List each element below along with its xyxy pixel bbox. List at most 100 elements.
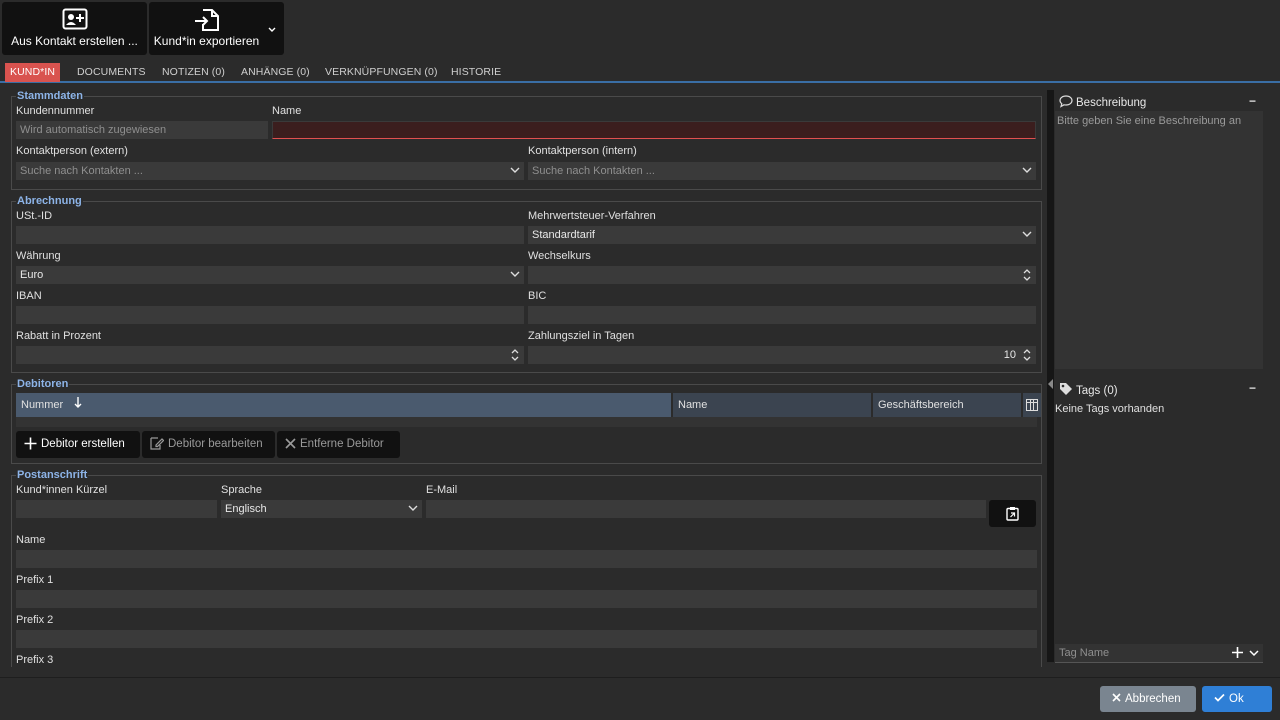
checkmark-icon [1214,693,1225,702]
rabatt-input[interactable] [16,346,524,364]
create-from-contact-label: Aus Kontakt erstellen ... [11,34,138,48]
postanschrift-section: Postanschrift Kund*innen Kürzel Sprache … [11,469,1042,667]
abrechnung-section: Abrechnung USt.-ID Mehrwertsteuer-Verfah… [11,195,1042,373]
post-name-label: Name [16,534,46,546]
edit-debitor-label: Debitor bearbeiten [168,438,263,450]
prefix2-label: Prefix 2 [16,614,54,626]
kontakt-extern-label: Kontaktperson (extern) [16,145,128,157]
toolbar: Aus Kontakt erstellen ... Kund*in export… [0,0,1280,57]
beschreibung-minimize-button[interactable]: − [1249,94,1256,108]
chevron-down-icon [408,502,418,519]
tag-icon [1060,383,1072,395]
kontakt-extern-placeholder: Suche nach Kontakten ... [20,165,143,177]
ustid-label: USt.-ID [16,210,53,222]
kuerzel-label: Kund*innen Kürzel [16,484,108,496]
ok-button[interactable]: Ok [1202,686,1272,712]
prefix2-input[interactable] [16,630,1037,648]
zahlungsziel-value: 10 [1003,349,1016,361]
tab-bar: KUND*IN DOCUMENTS NOTIZEN (0) ANHÄNGE (0… [0,57,1280,83]
tags-title: Tags (0) [1076,385,1118,397]
chevron-down-icon [510,164,520,181]
prefix1-label: Prefix 1 [16,574,54,586]
debitoren-grid-body [16,417,1037,427]
kundennummer-input[interactable]: Wird automatisch zugewiesen [16,121,268,139]
splitter-arrow-icon[interactable] [1048,379,1053,389]
debitoren-legend: Debitoren [16,378,70,390]
dialog-footer: Abbrechen Ok [0,677,1280,720]
edit-icon [150,437,165,451]
ustid-input[interactable] [16,226,524,244]
export-customer-button[interactable]: Kund*in exportieren [149,2,284,55]
iban-label: IBAN [16,290,42,302]
bic-input[interactable] [528,306,1036,324]
abrechnung-legend: Abrechnung [16,195,83,207]
prefix3-label: Prefix 3 [16,654,54,666]
kontakt-intern-placeholder: Suche nach Kontakten ... [532,165,655,177]
zahlungsziel-label: Zahlungsziel in Tagen [528,330,635,342]
stammdaten-section: Stammdaten Kundennummer Wird automatisch… [11,90,1042,190]
tab-notes[interactable]: NOTIZEN (0) [157,63,230,82]
tab-links[interactable]: VERKNÜPFUNGEN (0) [320,63,443,82]
plus-icon[interactable] [1232,647,1243,661]
tag-name-input[interactable]: Tag Name [1055,644,1263,663]
contact-card-add-icon [2,8,147,34]
side-panel: Beschreibung − Bitte geben Sie eine Besc… [1047,85,1280,667]
tags-header: Tags (0) [1059,382,1118,397]
tag-name-placeholder: Tag Name [1059,647,1110,659]
remove-debitor-label: Entferne Debitor [300,438,384,450]
prefix1-input[interactable] [16,590,1037,608]
mwst-label: Mehrwertsteuer-Verfahren [528,210,656,222]
kuerzel-input[interactable] [16,500,217,518]
chevron-down-icon [1022,228,1032,245]
create-from-contact-button[interactable]: Aus Kontakt erstellen ... [2,2,147,55]
cancel-button[interactable]: Abbrechen [1100,686,1196,712]
tags-minimize-button[interactable]: − [1249,381,1256,395]
mwst-select[interactable]: Standardtarif [528,226,1036,244]
spinner-icon[interactable] [511,348,519,367]
chevron-down-icon[interactable] [1249,648,1259,660]
debitoren-section: Debitoren Nummer Name Geschäftsbereich D… [11,378,1042,464]
iban-input[interactable] [16,306,524,324]
sprache-value: Englisch [225,503,267,515]
name-input[interactable] [272,121,1036,139]
kontakt-intern-label: Kontaktperson (intern) [528,145,637,157]
panel-splitter[interactable] [1047,90,1054,662]
waehrung-select[interactable]: Euro [16,266,524,284]
sprache-select[interactable]: Englisch [221,500,422,518]
close-icon [285,438,296,450]
zahlungsziel-input[interactable]: 10 [528,346,1036,364]
edit-debitor-button[interactable]: Debitor bearbeiten [142,431,275,458]
ok-label: Ok [1229,693,1244,705]
create-debitor-button[interactable]: Debitor erstellen [16,431,140,458]
kontakt-extern-select[interactable]: Suche nach Kontakten ... [16,162,524,180]
column-nummer-label: Nummer [21,399,64,411]
sprache-label: Sprache [221,484,262,496]
kontakt-intern-select[interactable]: Suche nach Kontakten ... [528,162,1036,180]
paste-address-button[interactable] [989,500,1036,527]
wechselkurs-input[interactable] [528,266,1036,284]
main-form: Stammdaten Kundennummer Wird automatisch… [0,85,1047,667]
tab-documents[interactable]: DOCUMENTS [72,63,151,82]
tab-attachments[interactable]: ANHÄNGE (0) [236,63,315,82]
cancel-label: Abbrechen [1125,693,1181,705]
waehrung-value: Euro [20,269,44,281]
tab-history[interactable]: HISTORIE [446,63,506,82]
remove-debitor-button[interactable]: Entferne Debitor [277,431,400,458]
mwst-value: Standardtarif [532,229,595,241]
column-header-name[interactable]: Name [673,393,871,417]
tags-empty-text: Keine Tags vorhanden [1055,403,1165,415]
chevron-down-icon[interactable] [268,24,276,36]
email-input[interactable] [426,500,986,518]
column-header-nummer[interactable]: Nummer [16,393,671,417]
postanschrift-legend: Postanschrift [16,469,89,481]
spinner-icon[interactable] [1023,348,1031,367]
beschreibung-textarea[interactable]: Bitte geben Sie eine Beschreibung an [1055,111,1263,369]
export-customer-label: Kund*in exportieren [153,34,260,48]
column-header-geschaeftsbereich[interactable]: Geschäftsbereich [873,393,1021,417]
sort-arrow-down-icon [74,397,82,411]
spinner-icon[interactable] [1023,268,1031,287]
post-name-input[interactable] [16,550,1037,568]
tab-customer[interactable]: KUND*IN [5,63,61,82]
bic-label: BIC [528,290,547,302]
column-chooser-icon[interactable] [1023,393,1041,417]
